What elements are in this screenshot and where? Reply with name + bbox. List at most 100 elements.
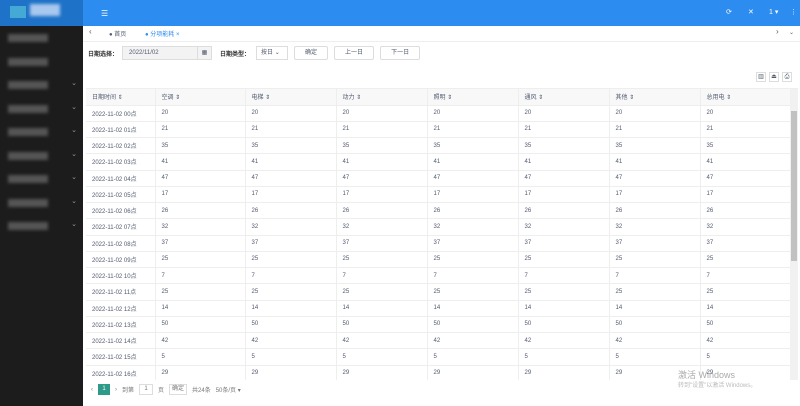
table-cell: 2022-11-02 11点 xyxy=(86,283,156,301)
table-cell: 37 xyxy=(700,235,791,252)
table-row: 2022-11-02 05点 17 17 17 17 17 17 17 xyxy=(86,186,791,204)
sidebar-item[interactable] xyxy=(0,50,83,74)
filter-bar: 日期选择： 2022/11/02 ▦ 日期类型： 按日 ⌄ 确定 上一日 下一日 xyxy=(88,46,421,60)
table-row: 2022-11-02 02点 35 35 35 35 35 35 35 xyxy=(86,137,791,155)
table-cell: 41 xyxy=(700,153,791,171)
table-cell: 25 xyxy=(245,283,337,301)
table-cell: 20 xyxy=(336,105,428,122)
prev-day-button[interactable]: 上一日 xyxy=(334,46,375,60)
table-cell: 2022-11-02 10点 xyxy=(86,267,156,285)
table-cell: 42 xyxy=(518,332,610,350)
table-row: 2022-11-02 08点 37 37 37 37 37 37 37 xyxy=(86,235,791,252)
table-cell: 21 xyxy=(518,121,610,139)
tabs-dropdown-icon[interactable]: ⌄ xyxy=(789,29,794,36)
table-cell: 42 xyxy=(155,332,246,350)
column-header[interactable]: 空调 ⇕ xyxy=(155,89,246,106)
table-cell: 47 xyxy=(155,170,246,187)
sidebar-item[interactable]: ⌄ xyxy=(0,97,83,121)
table-cell: 2022-11-02 08点 xyxy=(86,235,156,252)
table-cell: 41 xyxy=(609,153,701,171)
tabs-scroll-left-icon[interactable]: ‹ xyxy=(89,27,92,36)
table-cell: 20 xyxy=(155,105,246,122)
sidebar: ⌄ ⌄ ⌄ ⌄ ⌄ ⌄ ⌄ xyxy=(0,26,83,406)
tab-bar: ‹ ● 首页 ● 分项能耗 × › ⌄ xyxy=(83,26,800,42)
column-header[interactable]: 其他 ⇕ xyxy=(609,89,701,106)
confirm-button[interactable]: 确定 xyxy=(294,46,329,60)
goto-page-input[interactable]: 1 xyxy=(139,384,154,395)
table-cell: 25 xyxy=(609,283,701,301)
table-row: 2022-11-02 10点 7 7 7 7 7 7 7 xyxy=(86,267,791,285)
table-cell: 25 xyxy=(427,283,519,301)
column-header[interactable]: 照明 ⇕ xyxy=(427,89,519,106)
columns-icon[interactable]: ▥ xyxy=(756,72,766,82)
tabs-scroll-right-icon[interactable]: › xyxy=(776,27,779,36)
logo xyxy=(0,0,83,26)
next-day-button[interactable]: 下一日 xyxy=(380,46,421,60)
goto-label: 到第 xyxy=(122,388,135,394)
sidebar-item[interactable]: ⌄ xyxy=(0,214,83,238)
table-cell: 25 xyxy=(700,283,791,301)
table-cell: 37 xyxy=(245,235,337,252)
table-cell: 26 xyxy=(155,202,246,220)
export-icon[interactable]: ⏏ xyxy=(769,72,779,82)
table-cell: 21 xyxy=(155,121,246,139)
print-icon[interactable]: ⎙ xyxy=(782,72,792,82)
table-cell: 35 xyxy=(518,137,610,155)
sidebar-item[interactable] xyxy=(0,26,83,50)
user-menu[interactable]: 1 ▾ xyxy=(769,8,778,16)
column-header[interactable]: 通风 ⇕ xyxy=(518,89,610,106)
table-cell: 37 xyxy=(609,235,701,252)
sidebar-item[interactable]: ⌄ xyxy=(0,73,83,97)
table-cell: 26 xyxy=(427,202,519,220)
table-cell: 5 xyxy=(336,348,428,366)
prev-page-icon[interactable]: ‹ xyxy=(91,387,93,393)
table-cell: 14 xyxy=(336,300,428,317)
calendar-icon[interactable]: ▦ xyxy=(197,47,211,59)
windows-watermark-sub: 转到"设置"以激活 Windows。 xyxy=(678,383,757,389)
date-type-select[interactable]: 按日 ⌄ xyxy=(256,46,289,60)
date-label: 日期选择： xyxy=(88,51,119,58)
goto-confirm-button[interactable]: 确定 xyxy=(169,384,188,395)
table-cell: 41 xyxy=(155,153,246,171)
table-cell: 5 xyxy=(518,348,610,366)
next-page-icon[interactable]: › xyxy=(115,387,117,393)
table-cell: 2022-11-02 09点 xyxy=(86,251,156,269)
table-cell: 7 xyxy=(155,267,246,285)
column-header[interactable]: 电梯 ⇕ xyxy=(245,89,337,106)
table-cell: 35 xyxy=(700,137,791,155)
vertical-scrollbar[interactable] xyxy=(790,89,798,380)
sidebar-item[interactable]: ⌄ xyxy=(0,167,83,191)
table-cell: 21 xyxy=(700,121,791,139)
chevron-down-icon: ⌄ xyxy=(71,150,77,158)
chevron-down-icon: ⌄ xyxy=(71,103,77,111)
column-header[interactable]: 动力 ⇕ xyxy=(336,89,428,106)
column-header[interactable]: 总用电 ⇕ xyxy=(700,89,791,106)
table-cell: 26 xyxy=(245,202,337,220)
more-icon[interactable]: ⋮ xyxy=(790,8,797,16)
sidebar-item[interactable]: ⌄ xyxy=(0,144,83,168)
chevron-down-icon: ⌄ xyxy=(71,80,77,87)
sidebar-item[interactable]: ⌄ xyxy=(0,191,83,215)
table-cell: 47 xyxy=(245,170,337,187)
page-size-select[interactable]: 50条/页 ▾ xyxy=(216,385,241,394)
menu-toggle-icon[interactable]: ☰ xyxy=(101,9,108,18)
table-cell: 50 xyxy=(336,316,428,334)
table-cell: 29 xyxy=(518,365,610,380)
tab-item-energy[interactable]: ● 分项能耗 × xyxy=(145,29,179,38)
column-header[interactable]: 日期时间 ⇕ xyxy=(86,89,156,106)
fullscreen-icon[interactable]: ✕ xyxy=(748,8,754,16)
refresh-icon[interactable]: ⟳ xyxy=(726,8,732,16)
table-cell: 17 xyxy=(155,186,246,204)
table-cell: 2022-11-02 13点 xyxy=(86,316,156,334)
table-cell: 47 xyxy=(427,170,519,187)
date-picker[interactable]: 2022/11/02 ▦ xyxy=(122,46,213,60)
date-value: 2022/11/02 xyxy=(129,50,159,56)
tab-label: 分项能耗 xyxy=(150,32,175,38)
tab-home[interactable]: ● 首页 xyxy=(109,29,126,38)
table-cell: 2022-11-02 06点 xyxy=(86,202,156,220)
table-cell: 41 xyxy=(336,153,428,171)
table-cell: 37 xyxy=(427,235,519,252)
sidebar-item[interactable]: ⌄ xyxy=(0,120,83,144)
table-cell: 47 xyxy=(700,170,791,187)
page-1-button[interactable]: 1 xyxy=(98,384,110,395)
